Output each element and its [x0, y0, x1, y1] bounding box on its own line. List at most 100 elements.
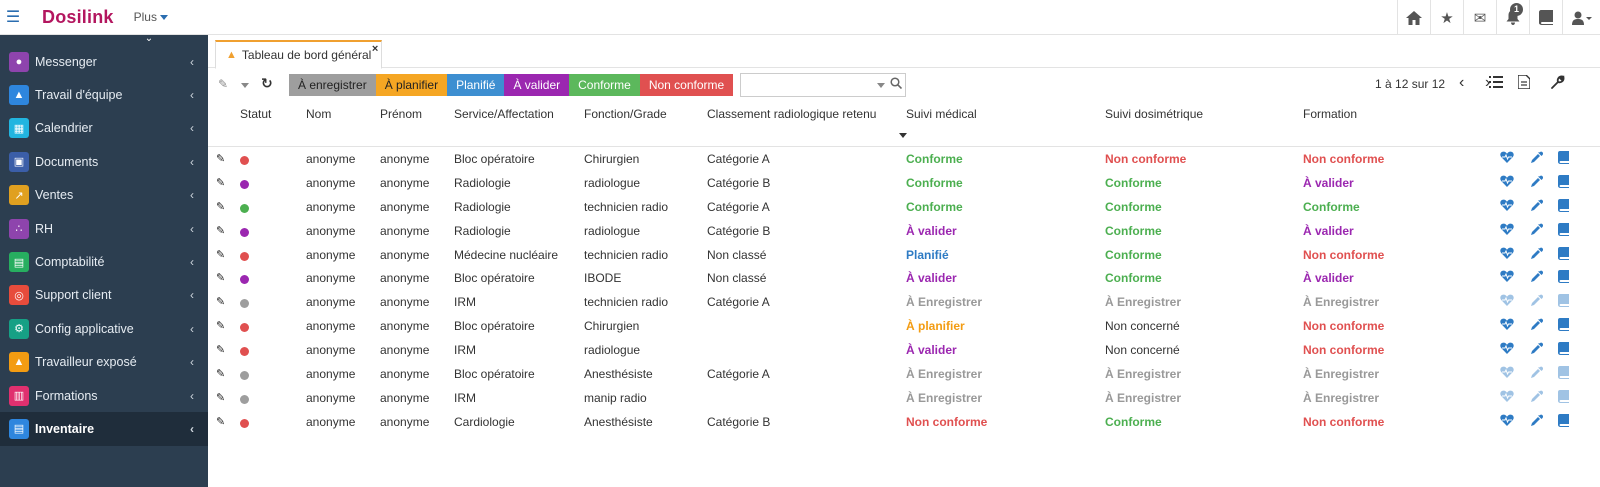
caret-down-icon[interactable]: [899, 133, 907, 138]
filter-button-non-conforme[interactable]: Non conforme: [639, 74, 734, 96]
heartbeat-icon[interactable]: [1500, 247, 1514, 262]
column-header-fonction[interactable]: Fonction/Grade: [584, 107, 667, 121]
heartbeat-icon[interactable]: [1500, 223, 1514, 238]
sidebar-item-travailleur-expose[interactable]: ▲ Travailleur exposé ‹: [0, 346, 208, 379]
sidebar-item-documents[interactable]: ▣ Documents ‹: [0, 145, 208, 178]
edit-pencil-icon[interactable]: ✎: [216, 176, 225, 189]
close-icon[interactable]: ×: [372, 43, 378, 55]
sidebar-collapse-icon[interactable]: ⌄: [0, 34, 208, 45]
menu-toggle-icon[interactable]: ☰: [0, 0, 26, 35]
edit-pencil-icon[interactable]: ✎: [216, 152, 225, 165]
heartbeat-icon[interactable]: [1500, 175, 1514, 190]
book-icon[interactable]: [1558, 294, 1569, 310]
column-header-nom[interactable]: Nom: [306, 107, 331, 121]
previous-page-icon[interactable]: ‹: [1459, 74, 1464, 92]
refresh-icon[interactable]: ↻: [261, 75, 273, 92]
sidebar-item-config-applicative[interactable]: ⚙ Config applicative ‹: [0, 312, 208, 345]
tab-tableau-de-bord[interactable]: ▲ Tableau de bord général ×: [215, 40, 383, 69]
sidebar-item-formations[interactable]: ▥ Formations ‹: [0, 379, 208, 412]
heartbeat-icon[interactable]: [1500, 151, 1514, 166]
heartbeat-icon[interactable]: [1500, 270, 1514, 285]
table-row[interactable]: ✎ anonyme anonyme Radiologie radiologue Catég…: [208, 221, 1600, 245]
bell-icon[interactable]: 1: [1496, 0, 1529, 35]
star-icon[interactable]: ★: [1430, 0, 1463, 35]
heartbeat-icon[interactable]: [1500, 294, 1514, 309]
document-icon[interactable]: [1517, 74, 1531, 92]
eyedropper-icon[interactable]: [1530, 342, 1544, 358]
eyedropper-icon[interactable]: [1530, 414, 1544, 430]
eyedropper-icon[interactable]: [1530, 318, 1544, 334]
eyedropper-icon[interactable]: [1530, 390, 1544, 406]
sidebar-item-inventaire[interactable]: ▤ Inventaire ‹: [0, 412, 208, 446]
user-menu-icon[interactable]: [1562, 0, 1600, 35]
filter-button-planifie[interactable]: Planifié: [447, 74, 505, 96]
table-row[interactable]: ✎ anonyme anonyme Médecine nucléaire technic…: [208, 245, 1600, 269]
eyedropper-icon[interactable]: [1530, 151, 1544, 167]
plus-menu[interactable]: Plus: [134, 10, 168, 24]
envelope-icon[interactable]: ✉: [1463, 0, 1496, 35]
search-icon[interactable]: [890, 77, 903, 92]
table-row[interactable]: ✎ anonyme anonyme Radiologie technicien radi…: [208, 197, 1600, 221]
table-row[interactable]: ✎ anonyme anonyme IRM technicien radio Catégo…: [208, 292, 1600, 316]
heartbeat-icon[interactable]: [1500, 318, 1514, 333]
filter-button-a-planifier[interactable]: À planifier: [375, 74, 448, 96]
sidebar-item-rh[interactable]: ∴ RH ‹: [0, 212, 208, 245]
heartbeat-icon[interactable]: [1500, 414, 1514, 429]
table-row[interactable]: ✎ anonyme anonyme Bloc opératoire IBODE Non c…: [208, 268, 1600, 292]
eyedropper-icon[interactable]: [1530, 223, 1544, 239]
list-view-icon[interactable]: [1489, 75, 1503, 91]
column-header-statut[interactable]: Statut: [240, 107, 271, 121]
wrench-icon[interactable]: [1551, 75, 1565, 92]
column-header-classement[interactable]: Classement radiologique retenu: [707, 107, 876, 121]
sidebar-item-calendrier[interactable]: ▦ Calendrier ‹: [0, 112, 208, 145]
book-icon[interactable]: [1558, 198, 1569, 215]
caret-down-icon[interactable]: [241, 83, 249, 88]
eyedropper-icon[interactable]: [1530, 366, 1544, 382]
eyedropper-icon[interactable]: [1530, 270, 1544, 286]
heartbeat-icon[interactable]: [1500, 390, 1514, 405]
pencil-icon[interactable]: ✎: [218, 77, 228, 91]
edit-pencil-icon[interactable]: ✎: [216, 415, 225, 428]
filter-button-a-valider[interactable]: À valider: [504, 74, 570, 96]
book-icon[interactable]: [1558, 366, 1569, 382]
book-icon[interactable]: [1558, 174, 1569, 191]
book-icon[interactable]: [1558, 270, 1569, 286]
heartbeat-icon[interactable]: [1500, 366, 1514, 381]
column-header-formation[interactable]: Formation: [1303, 107, 1357, 121]
sidebar-item-messenger[interactable]: ● Messenger ‹: [0, 45, 208, 78]
edit-pencil-icon[interactable]: ✎: [216, 224, 225, 237]
eyedropper-icon[interactable]: [1530, 247, 1544, 263]
book-icon[interactable]: [1558, 318, 1569, 334]
edit-pencil-icon[interactable]: ✎: [216, 391, 225, 404]
sidebar-item-ventes[interactable]: ↗ Ventes ‹: [0, 179, 208, 212]
heartbeat-icon[interactable]: [1500, 342, 1514, 357]
edit-pencil-icon[interactable]: ✎: [216, 271, 225, 284]
edit-pencil-icon[interactable]: ✎: [216, 295, 225, 308]
column-header-suivi-dosimetrique[interactable]: Suivi dosimétrique: [1105, 107, 1203, 121]
table-row[interactable]: ✎ anonyme anonyme IRM radiologue À valider Non…: [208, 340, 1600, 364]
eyedropper-icon[interactable]: [1530, 199, 1544, 215]
filter-button-a-enregistrer[interactable]: À enregistrer: [289, 74, 376, 96]
sidebar-item-travail-d-equipe[interactable]: ▲ Travail d'équipe ‹: [0, 78, 208, 111]
edit-pencil-icon[interactable]: ✎: [216, 319, 225, 332]
eyedropper-icon[interactable]: [1530, 294, 1544, 310]
edit-pencil-icon[interactable]: ✎: [216, 200, 225, 213]
book-icon[interactable]: [1558, 246, 1569, 263]
book-icon[interactable]: [1558, 151, 1569, 167]
sidebar-item-comptabilite[interactable]: ▤ Comptabilité ‹: [0, 245, 208, 278]
search-input[interactable]: [740, 73, 906, 97]
edit-pencil-icon[interactable]: ✎: [216, 343, 225, 356]
table-row[interactable]: ✎ anonyme anonyme IRM manip radio À Enregistr…: [208, 388, 1600, 412]
sidebar-item-support-client[interactable]: ◎ Support client ‹: [0, 279, 208, 312]
heartbeat-icon[interactable]: [1500, 199, 1514, 214]
edit-pencil-icon[interactable]: ✎: [216, 248, 225, 261]
book-icon[interactable]: [1558, 222, 1569, 239]
column-header-prenom[interactable]: Prénom: [380, 107, 422, 121]
table-row[interactable]: ✎ anonyme anonyme Cardiologie Anesthésiste Ca…: [208, 412, 1600, 436]
eyedropper-icon[interactable]: [1530, 175, 1544, 191]
table-row[interactable]: ✎ anonyme anonyme Radiologie radiologue Catég…: [208, 173, 1600, 197]
app-logo[interactable]: Dosilink: [42, 7, 114, 28]
book-icon[interactable]: [1558, 342, 1569, 358]
caret-down-icon[interactable]: [877, 83, 885, 88]
book-icon[interactable]: [1529, 0, 1562, 35]
